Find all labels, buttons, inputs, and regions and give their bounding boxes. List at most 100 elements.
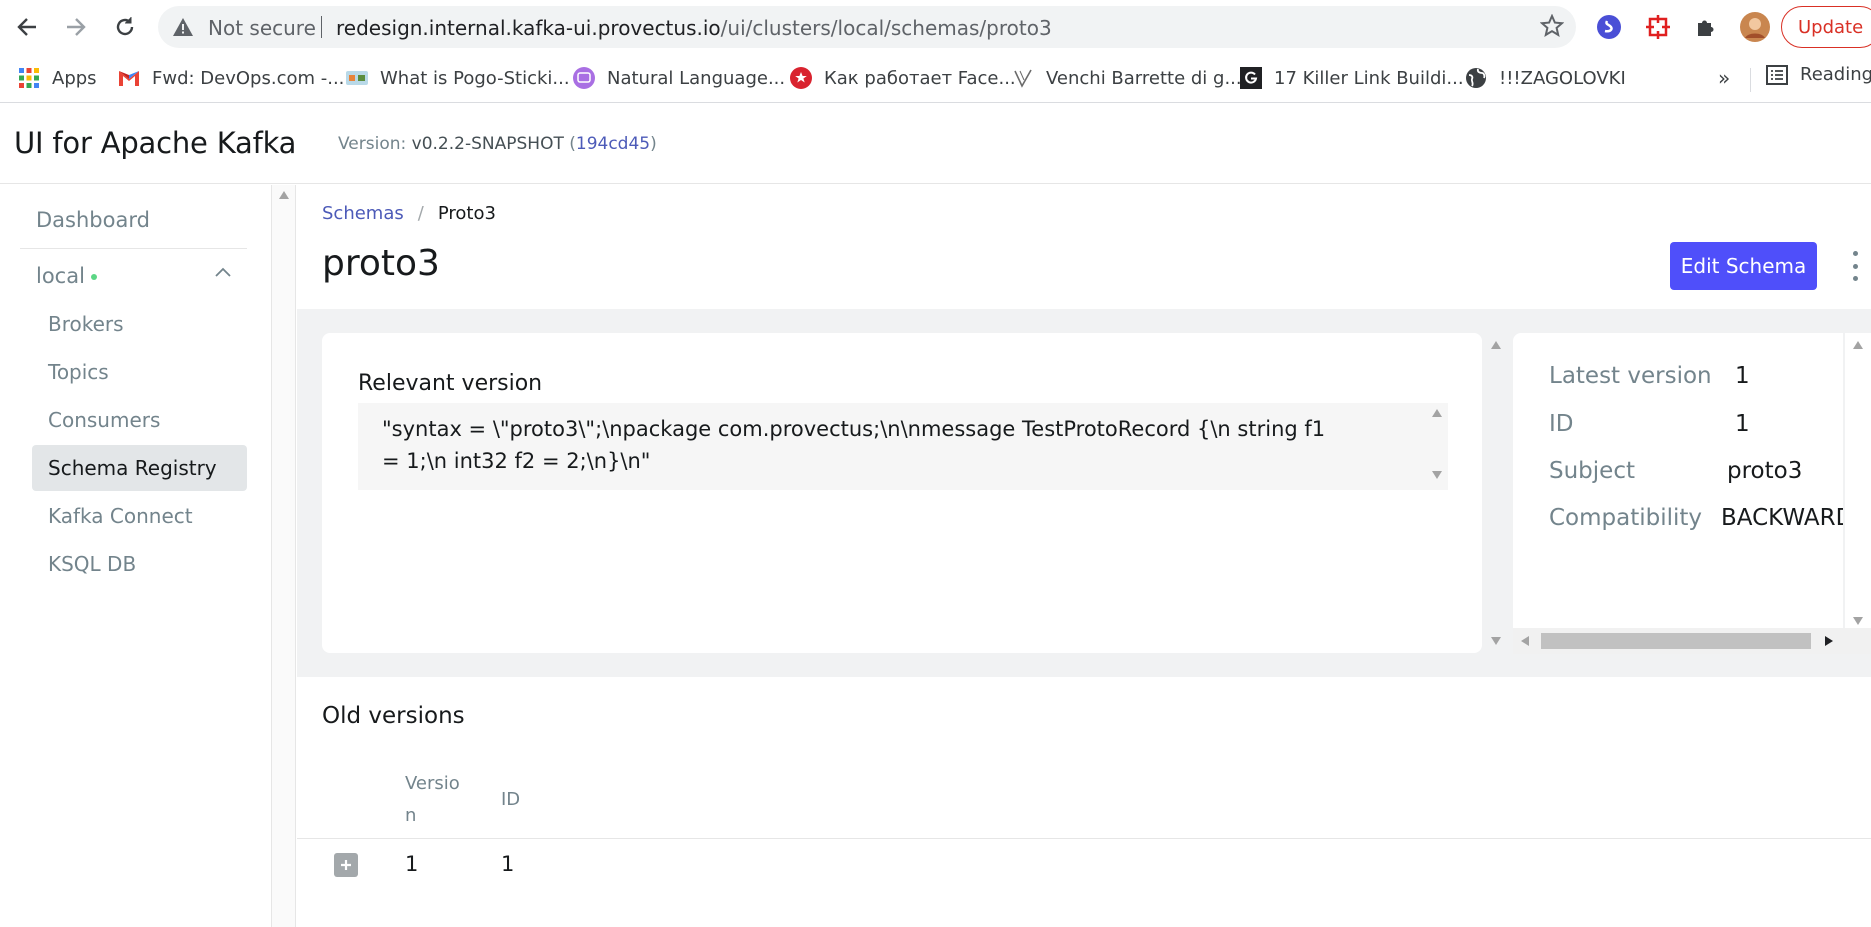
info-horizontal-scrollbar[interactable] <box>1513 628 1871 654</box>
scrollbar-thumb[interactable] <box>1541 633 1811 649</box>
natural-language-icon <box>573 67 595 89</box>
breadcrumb-current: Proto3 <box>437 203 496 224</box>
sidebar-cluster-local[interactable]: local <box>20 253 247 299</box>
crosshair-icon <box>1646 15 1670 39</box>
version-number: v0.2.2-SNAPSHOT <box>411 134 564 154</box>
sidebar-item-schema-registry[interactable]: Schema Registry <box>32 445 247 491</box>
url-host: redesign.internal.kafka-ui.provectus.io <box>336 16 721 40</box>
avatar-icon <box>1740 12 1770 42</box>
not-secure-label[interactable]: Not secure <box>208 16 316 40</box>
bookmark-label: !!!ZAGOLOVKI <box>1499 67 1626 89</box>
bookmark-zagolovki[interactable]: !!!ZAGOLOVKI <box>1465 64 1626 92</box>
info-vertical-scrollbar[interactable] <box>1845 333 1871 639</box>
breadcrumb-schemas-link[interactable]: Schemas <box>322 203 404 224</box>
globe-icon <box>1465 67 1487 89</box>
address-bar[interactable]: Not secure redesign.internal.kafka-ui.pr… <box>158 6 1576 48</box>
venchi-icon <box>1012 67 1034 89</box>
sidebar-item-kafka-connect[interactable]: Kafka Connect <box>32 493 247 539</box>
extension-s-button[interactable] <box>1594 12 1624 42</box>
compatibility-label: Compatibility <box>1549 505 1703 531</box>
reading-list-icon <box>1766 64 1788 85</box>
g-letter-icon <box>1240 67 1262 89</box>
relevant-version-card: Relevant version "syntax = \"proto3\";\n… <box>322 333 1482 653</box>
sidebar-item-ksql-db[interactable]: KSQL DB <box>32 541 247 587</box>
bookmark-link-building[interactable]: 17 Killer Link Buildi... <box>1240 64 1464 92</box>
bookmark-label: Fwd: DevOps.com -... <box>152 67 345 89</box>
latest-version-value: 1 <box>1735 363 1750 389</box>
bookmark-natural-language[interactable]: Natural Language... <box>573 64 785 92</box>
bookmark-label: Как работает Face... <box>824 67 1016 89</box>
edit-schema-button[interactable]: Edit Schema <box>1670 242 1817 290</box>
id-value: 1 <box>1735 411 1750 437</box>
table-cell-version: 1 <box>405 852 419 876</box>
app-title[interactable]: UI for Apache Kafka <box>14 126 296 160</box>
scroll-up-arrow-icon[interactable] <box>1853 341 1863 349</box>
extension-target-button[interactable] <box>1643 12 1673 42</box>
column-header-id[interactable]: ID <box>501 784 520 816</box>
bookmark-pogo[interactable]: What is Pogo-Sticki... <box>346 64 570 92</box>
bookmark-label: Natural Language... <box>607 67 786 89</box>
subject-value: proto3 <box>1727 458 1803 484</box>
plus-icon <box>341 860 351 870</box>
bookmark-devops[interactable]: Fwd: DevOps.com -... <box>118 64 344 92</box>
details-scrollbar[interactable] <box>1487 333 1505 653</box>
compatibility-value: BACKWARD <box>1721 505 1843 531</box>
sidebar-scrollbar[interactable] <box>272 185 296 927</box>
sidebar-item-topics[interactable]: Topics <box>32 349 247 395</box>
bookmark-star-icon[interactable] <box>1540 14 1564 38</box>
bookmark-face[interactable]: Как работает Face... <box>790 64 1016 92</box>
schema-text: "syntax = \"proto3\";\npackage com.prove… <box>382 413 1422 477</box>
scroll-right-arrow-icon[interactable] <box>1825 636 1833 646</box>
scroll-down-arrow-icon[interactable] <box>1491 637 1501 645</box>
latest-version-label: Latest version <box>1549 363 1712 389</box>
more-options-icon[interactable] <box>1850 251 1860 281</box>
forward-button[interactable] <box>59 10 93 44</box>
sidebar-item-dashboard[interactable]: Dashboard <box>20 197 247 243</box>
main-content: Schemas / Proto3 proto3 Edit Schema Rele… <box>297 185 1871 927</box>
bookmark-apps[interactable]: Apps <box>18 64 97 92</box>
schema-info-card: Latest version 1 ID 1 Subject proto3 Com… <box>1513 333 1843 639</box>
schema-code-box[interactable]: "syntax = \"proto3\";\npackage com.prove… <box>358 403 1448 490</box>
reading-list-button[interactable]: Reading <box>1766 64 1871 85</box>
table-divider <box>297 838 1871 839</box>
more-bookmarks-button[interactable]: » <box>1718 66 1730 90</box>
sidebar-item-consumers[interactable]: Consumers <box>32 397 247 443</box>
cluster-name: local <box>36 264 85 288</box>
pogo-icon <box>346 67 368 89</box>
page-title: proto3 <box>322 243 440 284</box>
table-cell-id: 1 <box>501 852 515 876</box>
bookmark-venchi[interactable]: Venchi Barrette di g... <box>1012 64 1242 92</box>
column-header-version[interactable]: Versio n <box>405 768 460 832</box>
bookmark-label: Apps <box>52 67 97 89</box>
scroll-left-arrow-icon[interactable] <box>1521 636 1529 646</box>
reload-button[interactable] <box>108 10 142 44</box>
expand-row-button[interactable] <box>334 853 358 877</box>
update-button[interactable]: Update <box>1781 6 1871 48</box>
scroll-up-arrow-icon[interactable] <box>279 191 289 199</box>
old-versions-title: Old versions <box>322 703 465 729</box>
warning-triangle-icon[interactable] <box>172 16 194 38</box>
bookmark-label: What is Pogo-Sticki... <box>380 67 570 89</box>
scroll-down-arrow-icon[interactable] <box>1853 617 1863 625</box>
sidebar-item-brokers[interactable]: Brokers <box>32 301 247 347</box>
chevron-up-icon[interactable] <box>215 267 231 277</box>
scroll-up-arrow-icon[interactable] <box>1432 409 1442 417</box>
profile-avatar[interactable] <box>1740 12 1770 42</box>
subject-label: Subject <box>1549 458 1635 484</box>
scroll-up-arrow-icon[interactable] <box>1491 341 1501 349</box>
bookmark-label: Venchi Barrette di g... <box>1046 67 1242 89</box>
extensions-button[interactable] <box>1691 12 1721 42</box>
breadcrumb: Schemas / Proto3 <box>322 203 496 224</box>
red-star-icon <box>790 67 812 89</box>
reading-list-label: Reading <box>1800 64 1871 85</box>
sidebar-divider <box>20 248 247 249</box>
version-info: Version: v0.2.2-SNAPSHOT (194cd45) <box>338 134 657 154</box>
url-text[interactable]: redesign.internal.kafka-ui.provectus.io/… <box>336 16 1052 40</box>
omnibox-divider <box>321 16 322 38</box>
scroll-down-arrow-icon[interactable] <box>1432 471 1442 479</box>
back-arrow-icon <box>17 18 36 36</box>
header-text: n <box>405 805 417 826</box>
back-button[interactable] <box>10 10 44 44</box>
gmail-icon <box>118 67 140 89</box>
commit-link[interactable]: 194cd45 <box>576 134 650 154</box>
